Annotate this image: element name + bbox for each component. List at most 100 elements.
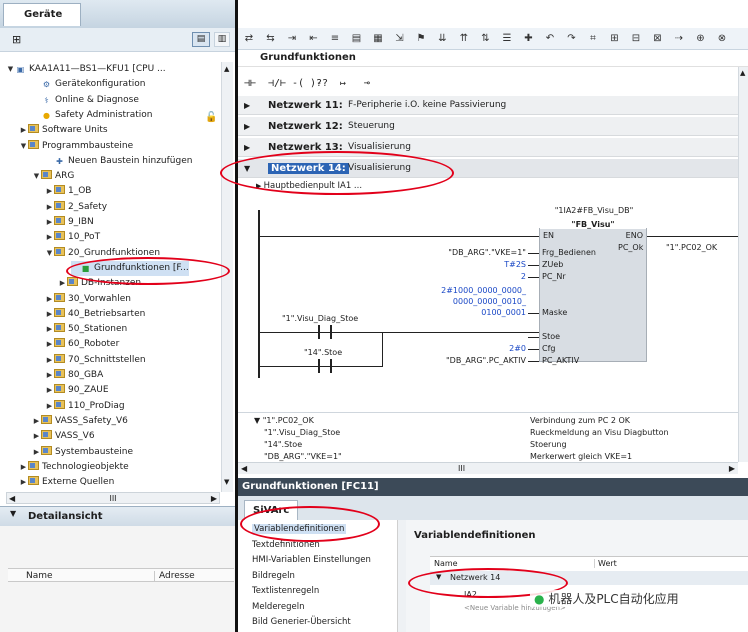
fb-instance-name[interactable]: "1IA2#FB_Visu_DB" xyxy=(541,206,647,215)
pin-value[interactable]: 0000_0000_0010_ xyxy=(453,297,526,306)
expand-arrow-icon[interactable]: ▶ xyxy=(244,138,250,157)
toolbar-button-icon[interactable]: ▤ xyxy=(350,32,364,46)
toolbar-button-icon[interactable]: ⇥ xyxy=(285,32,299,46)
toolbar-button-icon[interactable]: ⊠ xyxy=(651,32,665,46)
toolbar-button-icon[interactable]: ⇤ xyxy=(307,32,321,46)
contact-visu-diag-stoe[interactable] xyxy=(318,325,332,339)
editor-vertical-scrollbar[interactable]: ▲ xyxy=(738,67,748,462)
ladder-element-icon[interactable]: ⊸ xyxy=(364,76,370,92)
tree-item[interactable]: ▶ Externe Quellen xyxy=(19,475,114,490)
expand-arrow-icon[interactable]: ▶ xyxy=(45,200,54,215)
tree-item[interactable]: ▶ 30_Vorwahlen xyxy=(45,292,131,307)
expand-arrow-icon[interactable]: ▶ xyxy=(45,383,54,398)
tree-item[interactable]: ▶ 1_OB xyxy=(45,184,91,199)
toolbar-button-icon[interactable]: ✚ xyxy=(522,32,536,46)
expand-arrow-icon[interactable]: ▶ xyxy=(45,184,54,199)
overview-icon[interactable]: ▤ xyxy=(192,32,210,47)
expand-arrow-icon[interactable]: ▶ xyxy=(45,307,54,322)
tab-geraete[interactable]: Geräte xyxy=(3,3,81,26)
tree-item[interactable]: ▼ ARG xyxy=(32,169,74,184)
toolbar-button-icon[interactable]: ⌗ xyxy=(586,32,600,46)
sivarc-menu-item[interactable]: Bildregeln xyxy=(252,571,295,581)
expand-arrow-icon[interactable]: ▶ xyxy=(45,368,54,383)
detail-col-name[interactable]: Name xyxy=(26,571,53,581)
toolbar-button-icon[interactable]: ⇈ xyxy=(457,32,471,46)
ladder-element-icon[interactable]: ⊣/⊢ xyxy=(268,76,286,92)
tree-item[interactable]: ✚ Neuen Baustein hinzufügen xyxy=(45,154,192,169)
sivarc-menu-item[interactable]: Melderegeln xyxy=(252,602,304,612)
tree-item[interactable]: ● Safety Administration xyxy=(32,108,153,123)
expand-arrow-icon[interactable]: ▶ xyxy=(244,117,250,136)
tree-item[interactable]: ▶ 2_Safety xyxy=(45,200,107,215)
toolbar-button-icon[interactable]: ≡ xyxy=(328,32,342,46)
toolbar-button-icon[interactable]: ↷ xyxy=(565,32,579,46)
tree-item[interactable]: ▶ 50_Stationen xyxy=(45,322,127,337)
expand-arrow-icon[interactable]: ▶ xyxy=(45,337,54,352)
expand-arrow-icon[interactable]: ▶ xyxy=(45,322,54,337)
pin-value[interactable]: 2 xyxy=(521,272,526,281)
expand-arrow-icon[interactable]: ▶ xyxy=(45,292,54,307)
operand-name[interactable]: "1".Visu_Diag_Stoe xyxy=(264,428,340,437)
expand-arrow-icon[interactable]: ▶ xyxy=(32,414,41,429)
network-view-icon[interactable]: ⊞ xyxy=(12,33,21,46)
sivarc-menu-item[interactable]: Bild Generier-Übersicht xyxy=(252,617,351,627)
tree-item[interactable]: ▶ VASS_V6 xyxy=(32,429,95,444)
toolbar-button-icon[interactable]: ⚑ xyxy=(414,32,428,46)
toolbar-button-icon[interactable]: ↶ xyxy=(543,32,557,46)
split-view-icon[interactable]: ▥ xyxy=(214,32,230,47)
tree-item[interactable]: ▶ 70_Schnittstellen xyxy=(45,353,146,368)
expand-arrow-icon[interactable]: ▶ xyxy=(19,475,28,490)
tree-item[interactable]: ▶ 10_PoT xyxy=(45,230,100,245)
toolbar-button-icon[interactable]: ⇅ xyxy=(479,32,493,46)
collapse-arrow-icon[interactable]: ▼ xyxy=(10,509,16,518)
collapse-arrow-icon[interactable]: ▼ xyxy=(45,246,54,261)
expand-arrow-icon[interactable]: ▶ xyxy=(45,399,54,414)
expand-arrow-icon[interactable]: ▶ xyxy=(19,123,28,138)
contact-14-stoe[interactable] xyxy=(318,359,332,373)
toolbar-button-icon[interactable]: ⇲ xyxy=(393,32,407,46)
expand-arrow-icon[interactable]: ▶ xyxy=(32,429,41,444)
network-row[interactable]: ▶ Netzwerk 11: F-Peripherie i.O. keine Pas… xyxy=(238,96,738,115)
tree-item[interactable]: ▼ Programmbausteine xyxy=(19,139,133,154)
detail-col-address[interactable]: Adresse xyxy=(154,571,195,581)
toolbar-button-icon[interactable]: ⊗ xyxy=(715,32,729,46)
tree-item[interactable]: ▼ ▣ KAA1A11—BS1—KFU1 [CPU ... xyxy=(6,62,166,77)
operand-name[interactable]: "DB_ARG"."VKE=1" xyxy=(264,452,342,461)
ladder-element-icon[interactable]: ?? xyxy=(316,76,328,92)
pin-value[interactable]: "DB_ARG"."VKE=1" xyxy=(448,248,526,257)
network-row[interactable]: ▶ Netzwerk 12: Steuerung xyxy=(238,117,738,136)
collapse-arrow-icon[interactable]: ▼ xyxy=(6,62,15,77)
tree-item[interactable]: ⚙ Gerätekonfiguration xyxy=(32,77,146,92)
pin-value[interactable]: T#2S xyxy=(504,260,526,269)
tree-item[interactable]: ▶ Technologieobjekte xyxy=(19,460,129,475)
col-wert[interactable]: Wert xyxy=(594,559,617,568)
tree-item[interactable]: ▶ 110_ProDiag xyxy=(45,399,125,414)
tree-item[interactable]: ▶ 80_GBA xyxy=(45,368,103,383)
tree-item[interactable]: ▶ 9_IBN xyxy=(45,215,94,230)
pin-value[interactable]: 2#1000_0000_0000_ xyxy=(441,286,526,295)
tree-item[interactable]: ▶ 90_ZAUE xyxy=(45,383,109,398)
col-name[interactable]: Name xyxy=(434,559,458,568)
toolbar-button-icon[interactable]: ⇢ xyxy=(672,32,686,46)
expand-arrow-icon[interactable]: ▶ xyxy=(244,96,250,115)
tree-vertical-scrollbar[interactable]: ▲ ▼ xyxy=(221,62,233,492)
tree-item[interactable]: ▶ 40_Betriebsarten xyxy=(45,307,145,322)
tree-item[interactable]: ⚕ Online & Diagnose xyxy=(32,93,139,108)
expand-arrow-icon[interactable]: ▶ xyxy=(58,276,67,291)
operand-name[interactable]: "14".Stoe xyxy=(264,440,302,449)
pin-value[interactable]: 0100_0001 xyxy=(481,308,526,317)
tree-item[interactable]: ▶ Systembausteine xyxy=(32,445,133,460)
tree-item[interactable]: ▶ VASS_Safety_V6 xyxy=(32,414,128,429)
ladder-element-icon[interactable]: ↦ xyxy=(340,76,346,92)
toolbar-button-icon[interactable]: ☰ xyxy=(500,32,514,46)
tree-item[interactable]: ▶ Software Units xyxy=(19,123,108,138)
collapse-arrow-icon[interactable]: ▼ xyxy=(32,169,41,184)
toolbar-button-icon[interactable]: ⇊ xyxy=(436,32,450,46)
toolbar-button-icon[interactable]: ⊞ xyxy=(608,32,622,46)
toolbar-button-icon[interactable]: ⊟ xyxy=(629,32,643,46)
expand-arrow-icon[interactable]: ▶ xyxy=(32,445,41,460)
operand-name[interactable]: ▼ "1".PC02_OK xyxy=(254,416,314,425)
editor-horizontal-scrollbar[interactable]: ◀ III ▶ xyxy=(238,462,738,474)
sivarc-menu-item[interactable]: Textlistenregeln xyxy=(252,586,319,596)
sivarc-menu-item[interactable]: HMI-Variablen Einstellungen xyxy=(252,555,371,565)
